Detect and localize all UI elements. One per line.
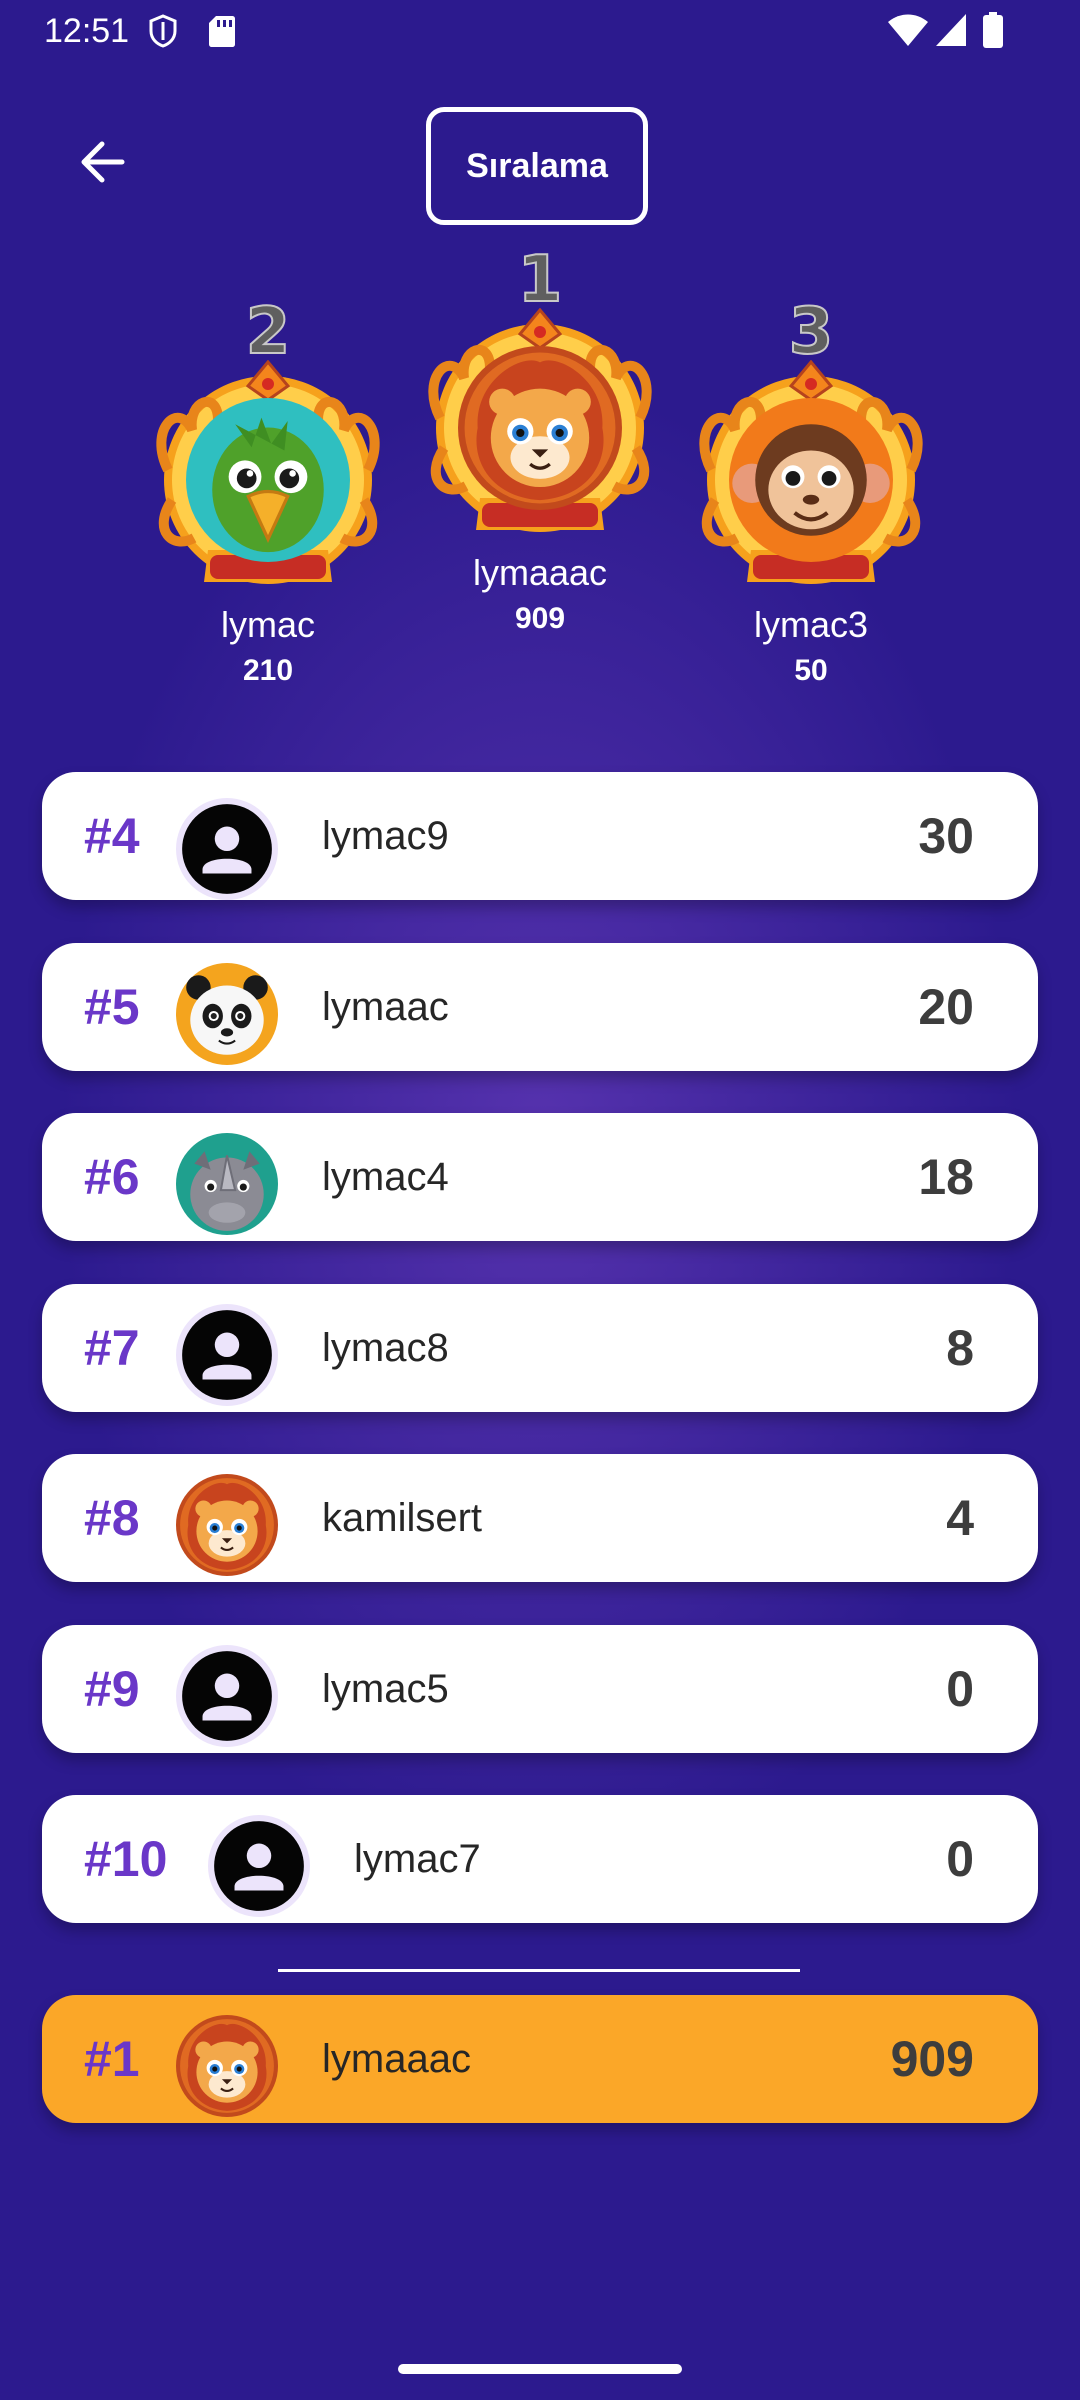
lion-avatar <box>176 1474 278 1576</box>
home-indicator[interactable] <box>398 2364 682 2374</box>
podium-score: 909 <box>514 602 566 635</box>
leaderboard-row[interactable]: #5 lymaac 20 <box>42 943 1038 1071</box>
leaderboard-row[interactable]: #10 lymac7 0 <box>42 1795 1038 1923</box>
podium-third-place[interactable]: 3 lymac3 50 <box>686 295 936 688</box>
podium-rank: 1 <box>517 243 564 317</box>
lion-avatar <box>458 346 622 510</box>
status-bar: 12:51 <box>0 0 1080 62</box>
row-rank: #9 <box>84 1661 140 1717</box>
row-name: lymac4 <box>322 1155 449 1199</box>
podium-second-place[interactable]: 2 lymac 210 <box>143 295 393 688</box>
row-score: 20 <box>918 979 974 1035</box>
leaderboard-row[interactable]: #6 lymac4 18 <box>42 1113 1038 1241</box>
podium-name: lymac <box>220 604 315 645</box>
row-score: 0 <box>946 1831 974 1887</box>
row-name: lymac8 <box>322 1326 449 1370</box>
row-score: 4 <box>946 1490 974 1546</box>
podium-rank: 3 <box>788 295 835 369</box>
row-rank: #8 <box>84 1490 140 1546</box>
page-title: Sıralama <box>426 107 648 225</box>
row-rank: #6 <box>84 1149 140 1205</box>
parrot-avatar <box>186 398 350 562</box>
row-rank: #7 <box>84 1320 140 1376</box>
row-rank: #4 <box>84 808 140 864</box>
podium-rank: 2 <box>245 295 292 369</box>
wifi-icon <box>888 14 928 46</box>
battery-icon <box>983 12 1003 48</box>
row-score: 30 <box>918 808 974 864</box>
row-rank: #1 <box>84 2031 140 2087</box>
shield-icon <box>149 14 177 48</box>
list-divider <box>278 1969 800 1972</box>
podium-score: 210 <box>242 654 294 687</box>
row-name: lymaac <box>322 985 449 1029</box>
row-name: lymaaac <box>322 2037 471 2081</box>
row-score: 18 <box>918 1149 974 1205</box>
podium-score: 50 <box>794 654 828 687</box>
status-time: 12:51 <box>44 12 130 50</box>
row-rank: #10 <box>84 1831 168 1887</box>
default-user-avatar-icon <box>176 1304 278 1406</box>
podium-first-place[interactable]: 1 lymaaac 909 <box>415 243 665 636</box>
row-score: 909 <box>890 2031 974 2087</box>
panda-avatar <box>176 963 278 1065</box>
monkey-avatar <box>729 398 893 562</box>
row-score: 0 <box>946 1661 974 1717</box>
row-score: 8 <box>946 1320 974 1376</box>
current-user-row[interactable]: #1 lymaaac 909 <box>42 1995 1038 2123</box>
podium-name: lymac3 <box>753 604 869 645</box>
rhino-avatar <box>176 1133 278 1235</box>
back-arrow-icon[interactable] <box>72 130 136 194</box>
row-name: lymac7 <box>354 1837 481 1881</box>
leaderboard-row[interactable]: #4 lymac9 30 <box>42 772 1038 900</box>
default-user-avatar-icon <box>176 798 278 900</box>
leaderboard-row[interactable]: #7 lymac8 8 <box>42 1284 1038 1412</box>
podium-name: lymaaac <box>472 552 608 593</box>
lion-avatar <box>176 2015 278 2117</box>
row-name: lymac9 <box>322 814 449 858</box>
default-user-avatar-icon <box>176 1645 278 1747</box>
sd-card-icon <box>209 16 235 47</box>
row-name: kamilsert <box>322 1496 483 1540</box>
leaderboard-row[interactable]: #8 kamilsert 4 <box>42 1454 1038 1582</box>
leaderboard-row[interactable]: #9 lymac5 0 <box>42 1625 1038 1753</box>
cellular-signal-icon <box>936 14 966 46</box>
row-rank: #5 <box>84 979 140 1035</box>
default-user-avatar-icon <box>208 1815 310 1917</box>
row-name: lymac5 <box>322 1667 449 1711</box>
